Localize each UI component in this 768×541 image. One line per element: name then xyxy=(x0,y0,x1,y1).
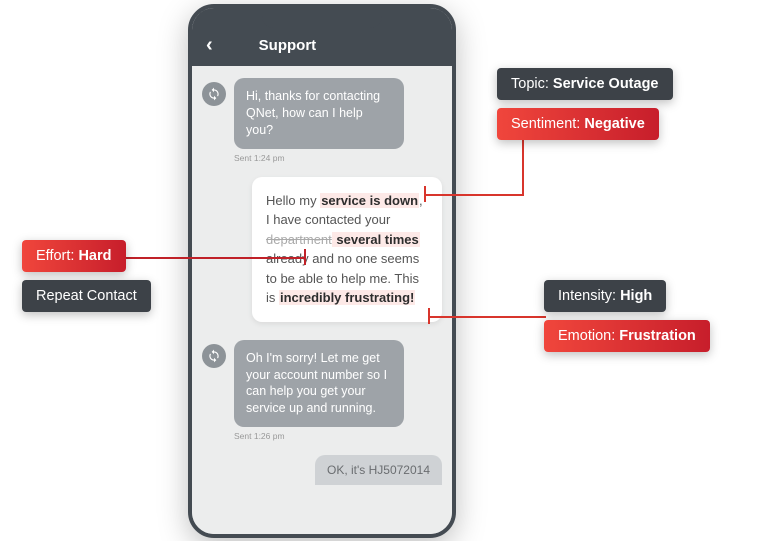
user-message-2-row: OK, it's HJ5072014 xyxy=(202,455,442,485)
intensity-value: High xyxy=(620,288,652,304)
agent-message-2-row: Oh I'm sorry! Let me get your account nu… xyxy=(202,340,442,428)
annotation-intensity: Intensity: High xyxy=(544,280,666,312)
emotion-label: Emotion: xyxy=(558,328,619,344)
chat-content: Hi, thanks for contacting QNet, how can … xyxy=(192,66,452,534)
highlight-service-down: service is down xyxy=(320,193,419,208)
intensity-label: Intensity: xyxy=(558,288,620,304)
emotion-value: Frustration xyxy=(619,328,696,344)
sentiment-label: Sentiment: xyxy=(511,116,584,132)
phone-notch xyxy=(262,8,382,28)
strike-department: department xyxy=(266,232,332,247)
agent-message-2: Oh I'm sorry! Let me get your account nu… xyxy=(234,340,404,428)
connector-sentiment-horizontal xyxy=(424,194,524,196)
user-text-p1: Hello my xyxy=(266,193,320,208)
repeat-label: Repeat Contact xyxy=(36,288,137,304)
highlight-frustrating: incredibly frustrating! xyxy=(279,290,415,305)
connector-sentiment-vertical xyxy=(522,140,524,194)
user-message-2: OK, it's HJ5072014 xyxy=(315,455,442,485)
agent-message-1: Hi, thanks for contacting QNet, how can … xyxy=(234,78,404,149)
agent-message-1-row: Hi, thanks for contacting QNet, how can … xyxy=(202,78,442,149)
topic-value: Service Outage xyxy=(553,76,659,92)
annotation-effort: Effort: Hard xyxy=(22,240,126,272)
annotation-emotion: Emotion: Frustration xyxy=(544,320,710,352)
agent-message-2-meta: Sent 1:26 pm xyxy=(234,431,442,441)
topic-label: Topic: xyxy=(511,76,553,92)
sentiment-value: Negative xyxy=(584,116,644,132)
user-message-1: Hello my service is down, I have contact… xyxy=(252,177,442,322)
connector-emotion-horizontal xyxy=(428,316,546,318)
connector-effort-horizontal xyxy=(120,257,306,259)
highlight-several-times: several times xyxy=(332,232,420,247)
annotation-sentiment: Sentiment: Negative xyxy=(497,108,659,140)
effort-value: Hard xyxy=(78,248,111,264)
phone-frame: ‹ Support Hi, thanks for contacting QNet… xyxy=(188,4,456,538)
connector-sentiment-tick xyxy=(424,186,426,202)
connector-effort-tick xyxy=(304,249,306,265)
effort-label: Effort: xyxy=(36,248,78,264)
user-message-1-row: Hello my service is down, I have contact… xyxy=(202,177,442,322)
connector-emotion-tick xyxy=(428,308,430,324)
agent-message-1-meta: Sent 1:24 pm xyxy=(234,153,442,163)
agent-avatar xyxy=(202,82,226,106)
back-button[interactable]: ‹ xyxy=(206,34,213,57)
page-title: Support xyxy=(259,37,317,54)
refresh-icon xyxy=(207,87,221,101)
refresh-icon xyxy=(207,349,221,363)
agent-avatar-2 xyxy=(202,344,226,368)
annotation-topic: Topic: Service Outage xyxy=(497,68,673,100)
annotation-repeat-contact: Repeat Contact xyxy=(22,280,151,312)
